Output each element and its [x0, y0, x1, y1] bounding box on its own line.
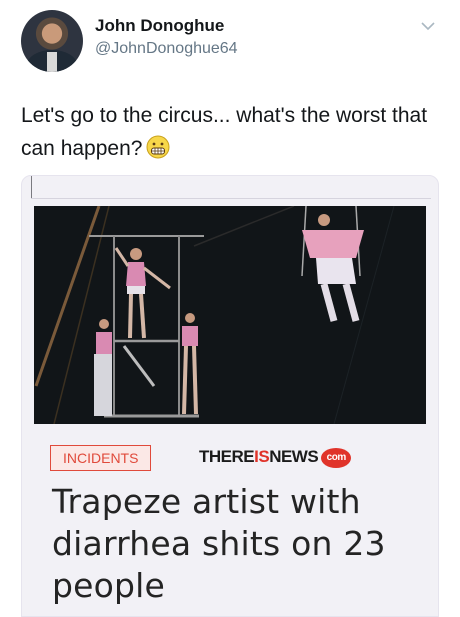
card-meta: INCIDENTS THEREISNEWS com	[34, 444, 426, 474]
author-handle[interactable]: @JohnDonoghue64	[95, 40, 238, 58]
brand-prefix: THERE	[199, 447, 255, 466]
chevron-down-icon[interactable]	[420, 20, 436, 32]
tweet-body: Let's go to the circus... what's the wor…	[21, 99, 441, 165]
brand-badge: com	[321, 448, 352, 468]
author-name[interactable]: John Donoghue	[95, 16, 224, 36]
tweet-text: Let's go to the circus... what's the wor…	[21, 104, 428, 160]
card-divider	[31, 176, 32, 198]
avatar[interactable]	[21, 10, 83, 72]
tweet-header: John Donoghue @JohnDonoghue64	[0, 0, 460, 82]
card-divider-line	[31, 198, 431, 199]
trapeze-scene-image	[34, 206, 426, 424]
grimacing-face-icon	[146, 135, 170, 159]
article-headline[interactable]: Trapeze artist with diarrhea shits on 23…	[52, 481, 422, 607]
category-tag[interactable]: INCIDENTS	[50, 445, 152, 471]
brand-red: IS	[254, 447, 270, 466]
publisher-logo: THEREISNEWS com	[199, 447, 352, 468]
avatar-shirt	[47, 52, 57, 72]
brand-suffix: NEWS	[269, 447, 319, 466]
link-card[interactable]: INCIDENTS THEREISNEWS com Trapeze artist …	[21, 175, 439, 617]
article-photo[interactable]	[34, 206, 426, 424]
